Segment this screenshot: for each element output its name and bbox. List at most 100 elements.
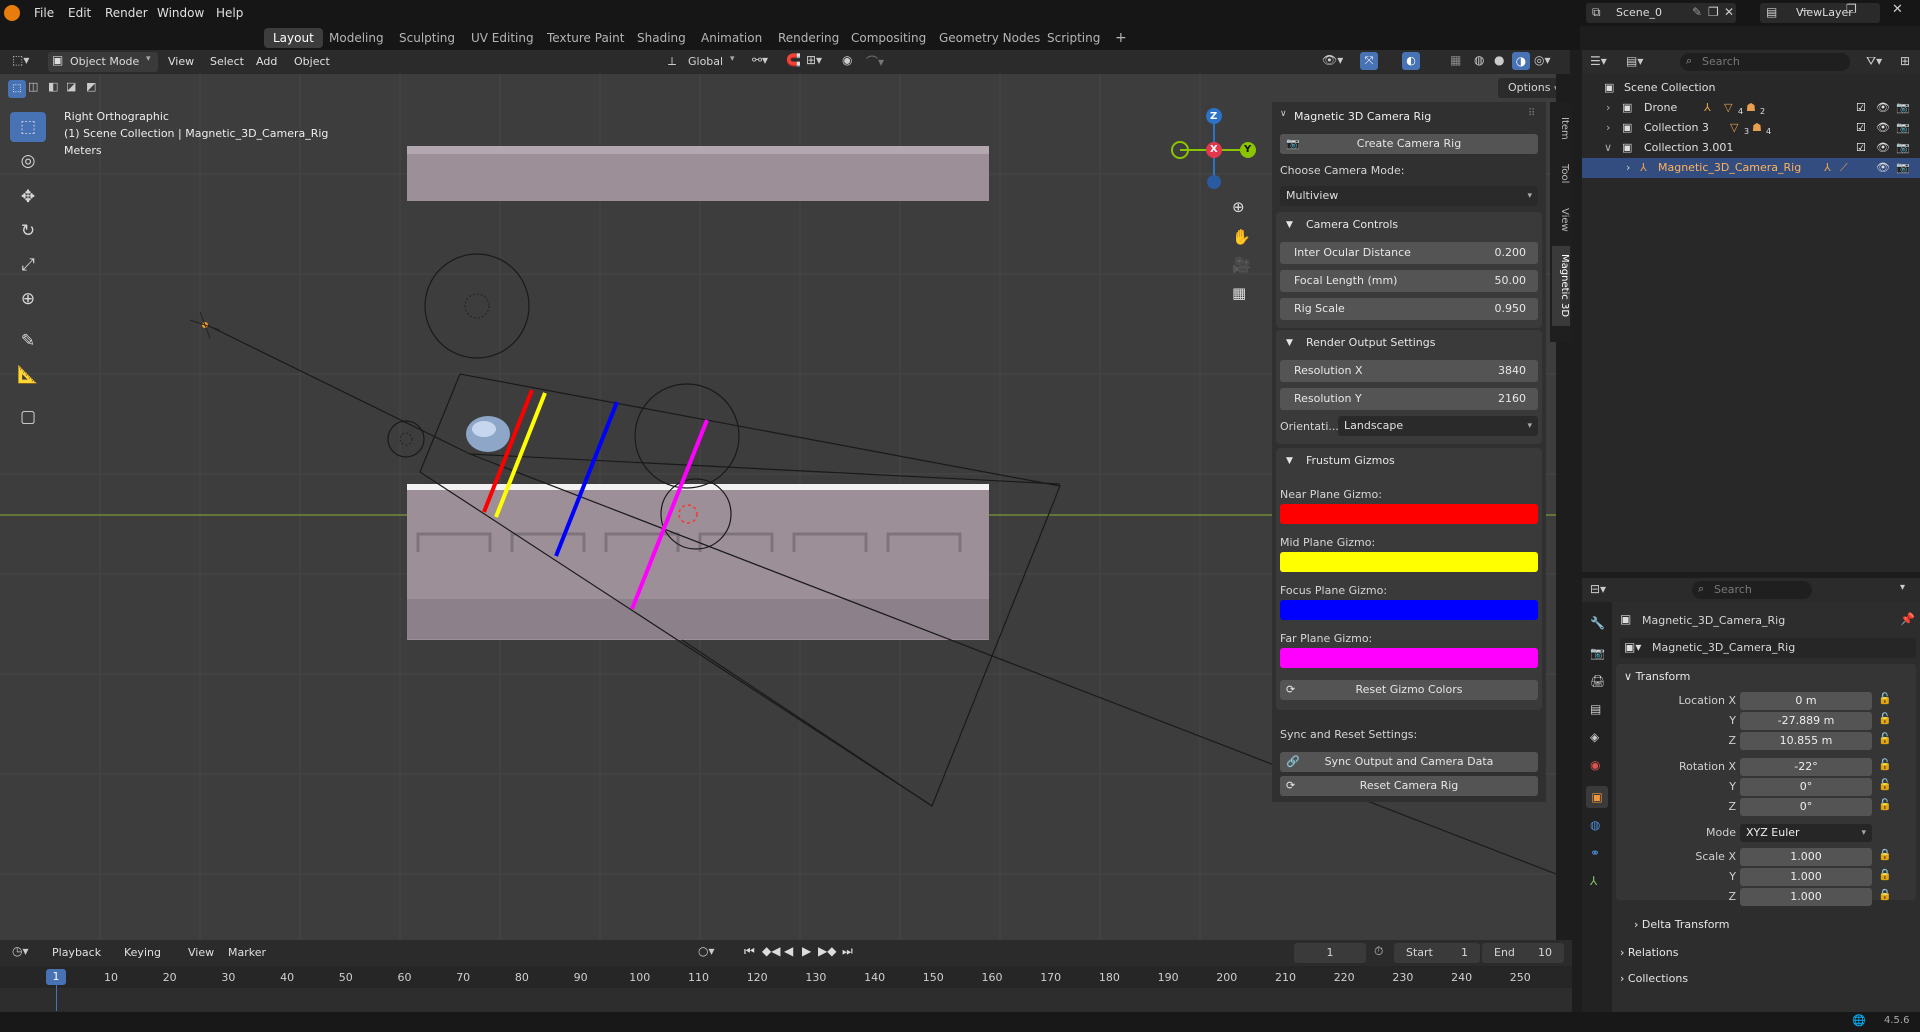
reset-gizmo-colors-button[interactable]: ⟳ Reset Gizmo Colors (1280, 680, 1538, 700)
outliner-search[interactable]: ⌕ Search (1680, 53, 1850, 71)
pivot-icon[interactable]: ⚯▾ (752, 53, 768, 67)
constraint-props-icon[interactable]: ⚭ (1590, 846, 1600, 860)
scale-x-field[interactable]: 1.000 (1740, 848, 1872, 866)
menu-help[interactable]: Help (216, 0, 243, 26)
outliner-row-collection-3[interactable]: › ▣ Collection 3 ▽ 3 ☗ 4 ☑ 👁 📷 (1582, 118, 1920, 138)
blender-logo-icon[interactable] (4, 5, 20, 21)
render-props-icon[interactable]: 📷 (1590, 646, 1605, 660)
wireframe-shading-icon[interactable]: ◍ (1474, 53, 1484, 67)
menu-edit[interactable]: Edit (68, 0, 91, 26)
chevron-down-icon[interactable]: ▾ (1900, 582, 1905, 593)
tab-texture-paint[interactable]: Texture Paint (538, 28, 633, 48)
camera-render-icon[interactable]: 📷 (1896, 118, 1910, 138)
timeline-menu-keying[interactable]: Keying (124, 940, 161, 966)
checkbox-icon[interactable]: ☑ (1856, 98, 1866, 118)
location-y-field[interactable]: -27.889 m (1740, 712, 1872, 730)
lock-icon[interactable]: 🔒 (1878, 848, 1892, 861)
overlay-toggle-icon[interactable]: ◐ (1402, 52, 1420, 70)
rig-scale-field[interactable]: Rig Scale 0.950 (1280, 298, 1538, 320)
select-invert-icon[interactable]: ◪ (66, 80, 76, 93)
tool-select-box[interactable]: ⬚ (10, 112, 46, 142)
view-layer-props-icon[interactable]: ▤ (1590, 702, 1601, 716)
start-frame-field[interactable]: Start 1 (1394, 943, 1480, 963)
output-props-icon[interactable]: 🖨 (1590, 674, 1605, 688)
checkbox-icon[interactable]: ☑ (1856, 138, 1866, 158)
camera-render-icon[interactable]: 📷 (1896, 98, 1910, 118)
outliner-row-drone[interactable]: › ▣ Drone ⅄ ▽ 4 ☗ 2 ☑ 👁 📷 (1582, 98, 1920, 118)
remove-scene-icon[interactable]: ✕ (1724, 5, 1734, 19)
tab-sculpting[interactable]: Sculpting (390, 28, 464, 48)
checkbox-icon[interactable]: ☑ (1856, 118, 1866, 138)
tool-rotate[interactable]: ↻ (10, 216, 46, 246)
eye-icon[interactable]: 👁 (1876, 118, 1890, 138)
lock-icon[interactable]: 🔓 (1878, 712, 1892, 725)
lock-icon[interactable]: 🔓 (1878, 758, 1892, 771)
data-props-icon[interactable]: ⅄ (1590, 874, 1597, 888)
snap-icon[interactable]: 🧲 (786, 53, 801, 67)
add-workspace-button[interactable]: + (1106, 28, 1136, 48)
tool-add-cube[interactable]: ▢ (10, 402, 46, 432)
prev-keyframe-icon[interactable]: ◆◀ (762, 944, 780, 958)
select-new-icon[interactable]: ⬚ (8, 80, 26, 98)
falloff-icon[interactable]: ⌒▾ (866, 53, 884, 70)
tab-geometry-nodes[interactable]: Geometry Nodes (930, 28, 1049, 48)
gizmo-toggle-icon[interactable]: ⤧ (1360, 52, 1378, 70)
lock-icon[interactable]: 🔓 (1878, 778, 1892, 791)
tab-tool[interactable]: Tool (1552, 154, 1570, 194)
snap-target-icon[interactable]: ⊞▾ (806, 53, 822, 67)
rotation-y-field[interactable]: 0° (1740, 778, 1872, 796)
timeline-menu-view[interactable]: View (188, 940, 214, 966)
timeline-editor-icon[interactable]: ◷▾ (12, 944, 29, 958)
world-props-icon[interactable]: ◉ (1590, 758, 1600, 772)
menu-render[interactable]: Render (105, 0, 148, 26)
location-x-field[interactable]: 0 m (1740, 692, 1872, 710)
tool-annotate[interactable]: ✎ (10, 326, 46, 356)
pin-icon[interactable]: 📌 (1900, 612, 1915, 626)
lock-icon[interactable]: 🔓 (1878, 798, 1892, 811)
current-frame-field[interactable]: 1 (1294, 943, 1366, 963)
pan-hand-icon[interactable]: ✋ (1232, 228, 1251, 246)
outliner-editor-icon[interactable]: ☰▾ (1590, 54, 1607, 68)
menu-window[interactable]: Window (157, 0, 204, 26)
panel-header[interactable]: ∨ Magnetic 3D Camera Rig ⠿ (1272, 106, 1546, 128)
maximize-icon[interactable]: ❐ (1846, 2, 1857, 16)
tool-cursor[interactable]: ◎ (10, 146, 46, 176)
display-mode-icon[interactable]: ▤▾ (1626, 54, 1643, 68)
select-extend-icon[interactable]: ◫ (28, 80, 38, 93)
object-props-icon[interactable]: ▣ (1586, 786, 1608, 808)
delta-transform-section[interactable]: › Delta Transform (1634, 914, 1729, 936)
viewport-menu-object[interactable]: Object (294, 49, 330, 75)
pin-icon[interactable]: ✎ (1692, 5, 1702, 19)
timeline-menu-marker[interactable]: Marker (228, 940, 266, 966)
object-name-field[interactable]: ▣▾ Magnetic_3D_Camera_Rig (1620, 638, 1916, 658)
outliner-row-camera-rig[interactable]: › ⅄ Magnetic_3D_Camera_Rig ⅄ ⟋ 👁 📷 (1582, 158, 1920, 178)
proportional-edit-icon[interactable]: ◉ (842, 53, 852, 67)
camera-render-icon[interactable]: 📷 (1896, 158, 1910, 178)
camera-view-icon[interactable]: 🎥 (1232, 256, 1251, 274)
tool-scale[interactable]: ⤢ (10, 250, 46, 280)
resolution-x-field[interactable]: Resolution X 3840 (1280, 360, 1538, 382)
tab-view[interactable]: View (1552, 200, 1570, 240)
tool-move[interactable]: ✥ (10, 182, 46, 212)
rendered-shading-icon[interactable]: ◎▾ (1534, 53, 1551, 67)
tab-rendering[interactable]: Rendering (769, 28, 848, 48)
playhead[interactable]: 1 (46, 969, 66, 985)
lock-icon[interactable]: 🔒 (1878, 868, 1892, 881)
reset-camera-rig-button[interactable]: ⟳ Reset Camera Rig (1280, 776, 1538, 796)
outliner-row-scene-collection[interactable]: ▣ Scene Collection (1582, 78, 1920, 98)
filter-icon[interactable]: ⛛▾ (1866, 54, 1882, 69)
properties-search[interactable]: ⌕ Search (1692, 581, 1812, 599)
tool-props-icon[interactable]: 🔧 (1590, 616, 1605, 630)
viewport-menu-select[interactable]: Select (210, 49, 244, 75)
play-reverse-icon[interactable]: ◀ (784, 944, 793, 958)
stopwatch-icon[interactable]: ⏱ (1374, 944, 1383, 959)
camera-render-icon[interactable]: 📷 (1896, 138, 1910, 158)
outliner-row-collection-3-001[interactable]: ∨ ▣ Collection 3.001 ☑ 👁 📷 (1582, 138, 1920, 158)
tab-uv-editing[interactable]: UV Editing (462, 28, 543, 48)
editor-type-icon[interactable]: ⬚▾ (12, 53, 29, 67)
menu-file[interactable]: File (34, 0, 54, 26)
focus-plane-color-swatch[interactable] (1280, 600, 1538, 620)
focal-length-field[interactable]: Focal Length (mm) 50.00 (1280, 270, 1538, 292)
minimize-icon[interactable]: — (1800, 3, 1812, 17)
orientation-dropdown[interactable]: Landscape ▾ (1338, 416, 1538, 436)
